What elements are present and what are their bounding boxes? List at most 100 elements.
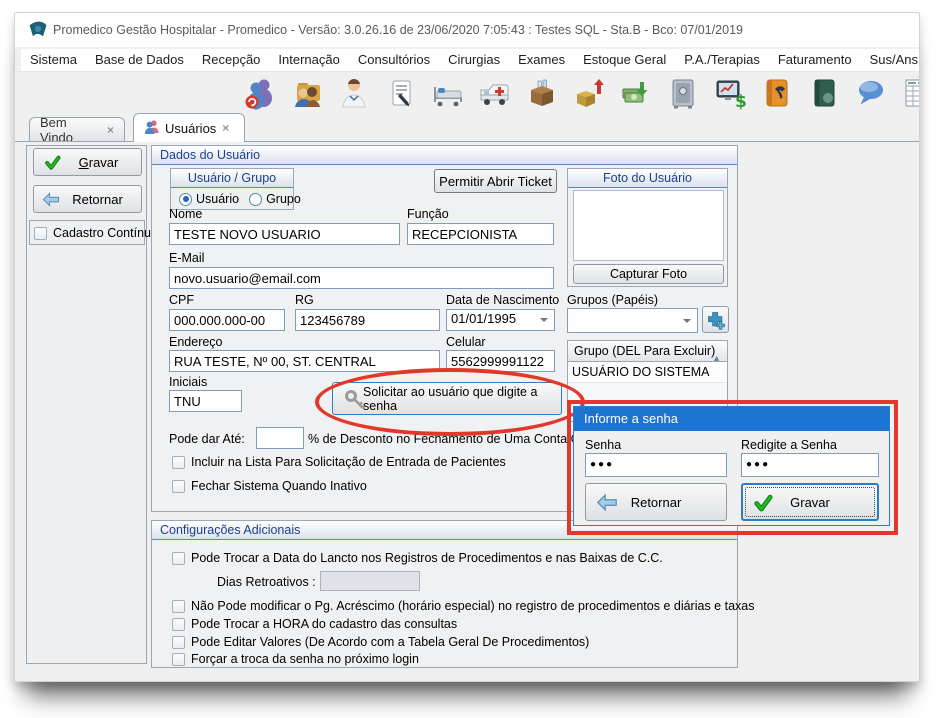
dialog-retornar-button[interactable]: Retornar — [585, 483, 727, 521]
nascimento-combobox[interactable]: 01/01/1995 — [446, 309, 555, 331]
grupo-list-item[interactable]: USUÁRIO DO SISTEMA — [568, 362, 727, 383]
menu-faturamento[interactable]: Faturamento — [769, 49, 861, 71]
dialog-gravar-button[interactable]: Gravar — [741, 483, 879, 521]
tipo-usuario-header: Usuário / Grupo — [171, 169, 293, 188]
menu-recepcao[interactable]: Recepção — [193, 49, 270, 71]
radio-grupo[interactable] — [249, 193, 262, 206]
menu-base-de-dados[interactable]: Base de Dados — [86, 49, 193, 71]
ambulance-icon[interactable] — [478, 76, 512, 110]
dialog-check-icon — [753, 494, 773, 516]
tab-usuarios[interactable]: Usuários × — [133, 113, 245, 142]
retornar-button[interactable]: Retornar — [33, 185, 142, 213]
toolbar-icons: $ — [243, 76, 919, 112]
dias-retroativos-input[interactable] — [320, 571, 420, 591]
incluir-lista-checkbox[interactable] — [172, 456, 185, 469]
senha-label: Senha — [585, 438, 621, 452]
menu-internacao[interactable]: Internação — [269, 49, 348, 71]
pode-trocar-data-checkbox[interactable] — [172, 552, 185, 565]
check-icon — [44, 155, 61, 174]
rg-input[interactable] — [295, 309, 440, 331]
cadastro-continuo-checkbox[interactable] — [34, 227, 47, 240]
grupos-dropdown-icon[interactable] — [683, 319, 691, 323]
nao-pode-modificar-checkbox[interactable] — [172, 600, 185, 613]
chat-bubble-icon[interactable] — [854, 76, 888, 110]
fechar-sistema-row: Fechar Sistema Quando Inativo — [172, 479, 367, 493]
tab-bem-vindo-close-icon[interactable]: × — [107, 123, 114, 137]
pode-trocar-hora-checkbox[interactable] — [172, 618, 185, 631]
cadastro-continuo-label: Cadastro Contínuo — [53, 226, 158, 240]
incluir-lista-row: Incluir na Lista Para Solicitação de Ent… — [172, 455, 506, 469]
fechar-sistema-label: Fechar Sistema Quando Inativo — [191, 479, 367, 493]
stock-out-arrow-icon[interactable] — [572, 76, 606, 110]
endereco-input[interactable] — [169, 350, 440, 372]
supplies-box-icon[interactable] — [525, 76, 559, 110]
funcao-input[interactable] — [407, 223, 554, 245]
report-grid-icon[interactable] — [901, 76, 919, 110]
menu-consultorios[interactable]: Consultórios — [349, 49, 439, 71]
window-title: Promedico Gestão Hospitalar - Promedico … — [53, 23, 743, 37]
tipo-usuario-box: Usuário / Grupo Usuário Grupo — [170, 168, 294, 210]
iniciais-input[interactable] — [169, 390, 242, 412]
celular-label: Celular — [446, 335, 486, 349]
tab-bem-vindo-label: Bem Vindo — [40, 115, 101, 145]
tab-usuarios-label: Usuários — [165, 121, 216, 136]
add-grupo-button[interactable] — [702, 306, 729, 333]
celular-input[interactable] — [446, 350, 555, 372]
hospital-bed-icon[interactable] — [431, 76, 465, 110]
doctor-icon[interactable] — [337, 76, 371, 110]
foto-usuario-title: Foto do Usuário — [568, 169, 727, 188]
tab-bem-vindo[interactable]: Bem Vindo × — [29, 117, 125, 141]
radio-usuario-label: Usuário — [196, 192, 239, 206]
radio-usuario[interactable] — [179, 193, 192, 206]
gravar-button[interactable]: Gravar — [33, 148, 142, 176]
cpf-input[interactable] — [169, 309, 285, 331]
config-cb4-row: Pode Editar Valores (De Acordo com a Tab… — [172, 635, 589, 649]
menu-cirurgias[interactable]: Cirurgias — [439, 49, 509, 71]
patients-folder-icon[interactable] — [290, 76, 324, 110]
grupos-combobox[interactable] — [567, 308, 698, 333]
grupo-list-header[interactable]: Grupo (DEL Para Excluir) ▲ — [567, 340, 728, 362]
safe-icon[interactable] — [666, 76, 700, 110]
desconto-input[interactable] — [256, 427, 304, 449]
informe-senha-title: Informe a senha — [574, 407, 889, 431]
sidebar: Gravar Retornar Cadastro Contínuo — [26, 145, 147, 664]
redigite-senha-input[interactable]: ●●● — [741, 453, 879, 477]
svg-text:$: $ — [735, 92, 747, 110]
sync-users-icon[interactable] — [243, 76, 277, 110]
email-input[interactable] — [169, 267, 554, 289]
nascimento-value: 01/01/1995 — [451, 311, 516, 326]
users-icon — [144, 119, 159, 137]
menu-estoque-geral[interactable]: Estoque Geral — [574, 49, 675, 71]
config-cb2-row: Não Pode modificar o Pg. Acréscimo (horá… — [172, 599, 754, 613]
gravar-label: ravar — [89, 155, 119, 170]
capturar-foto-button[interactable]: Capturar Foto — [573, 264, 724, 284]
config-cb5-row: Forçar a troca da senha no próximo login — [172, 652, 419, 666]
nascimento-dropdown-icon[interactable] — [540, 318, 548, 322]
nome-input[interactable] — [169, 223, 400, 245]
forcar-troca-senha-checkbox[interactable] — [172, 653, 185, 666]
permitir-abrir-ticket-button[interactable]: Permitir Abrir Ticket — [434, 169, 557, 193]
pode-trocar-hora-label: Pode Trocar a HORA do cadastro das consu… — [191, 617, 457, 631]
prescription-icon[interactable] — [384, 76, 418, 110]
solicitar-senha-button[interactable]: Solicitar ao usuário que digite a senha — [332, 382, 562, 415]
tab-usuarios-close-icon[interactable]: × — [222, 121, 229, 135]
forcar-troca-senha-label: Forçar a troca da senha no próximo login — [191, 652, 419, 666]
menu-exames[interactable]: Exames — [509, 49, 574, 71]
config-cb1-row: Pode Trocar a Data do Lancto nos Registr… — [172, 551, 663, 565]
menu-sus-ans[interactable]: Sus/Ans — [861, 49, 919, 71]
pode-editar-valores-checkbox[interactable] — [172, 636, 185, 649]
endereco-label: Endereço — [169, 335, 223, 349]
incluir-lista-label: Incluir na Lista Para Solicitação de Ent… — [191, 455, 506, 469]
ledger-book-icon[interactable] — [807, 76, 841, 110]
pode-trocar-data-label: Pode Trocar a Data do Lancto nos Registr… — [191, 551, 663, 565]
money-in-arrow-icon[interactable] — [619, 76, 653, 110]
senha-input[interactable]: ●●● — [585, 453, 727, 477]
fechar-sistema-checkbox[interactable] — [172, 480, 185, 493]
funcao-label: Função — [407, 207, 449, 221]
nao-pode-modificar-label: Não Pode modificar o Pg. Acréscimo (horá… — [191, 599, 754, 613]
menu-sistema[interactable]: Sistema — [21, 49, 86, 71]
menu-pa-terapias[interactable]: P.A./Terapias — [675, 49, 769, 71]
finance-monitor-icon[interactable]: $ — [713, 76, 747, 110]
rg-label: RG — [295, 293, 314, 307]
phone-book-icon[interactable] — [760, 76, 794, 110]
